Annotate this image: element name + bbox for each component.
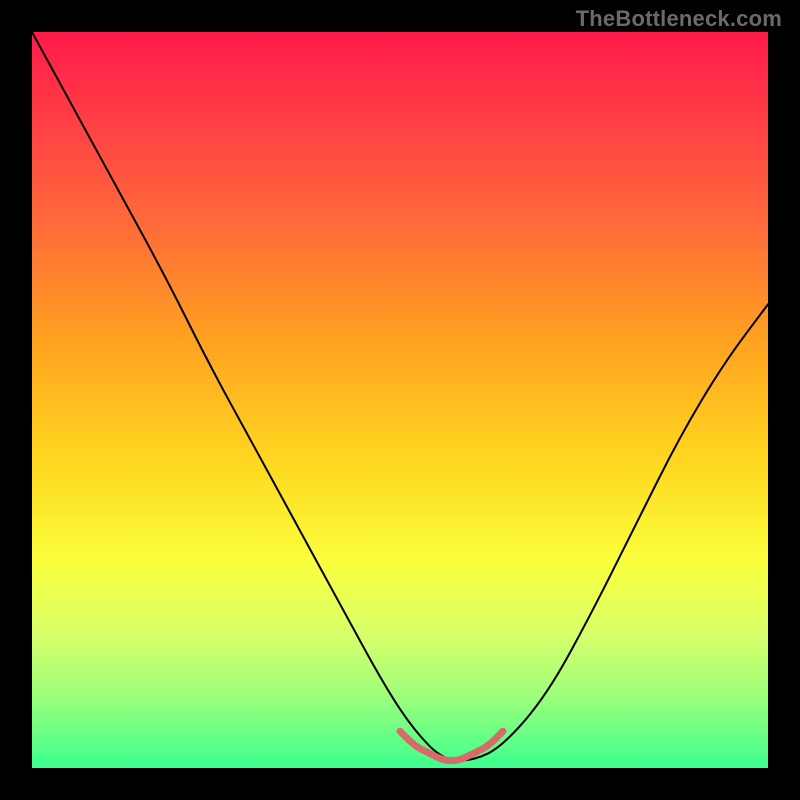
curve-layer [32, 32, 768, 768]
watermark-text: TheBottleneck.com [576, 6, 782, 32]
chart-frame: TheBottleneck.com [0, 0, 800, 800]
valley-highlight [400, 731, 503, 760]
bottleneck-curve [32, 32, 768, 761]
plot-area [32, 32, 768, 768]
